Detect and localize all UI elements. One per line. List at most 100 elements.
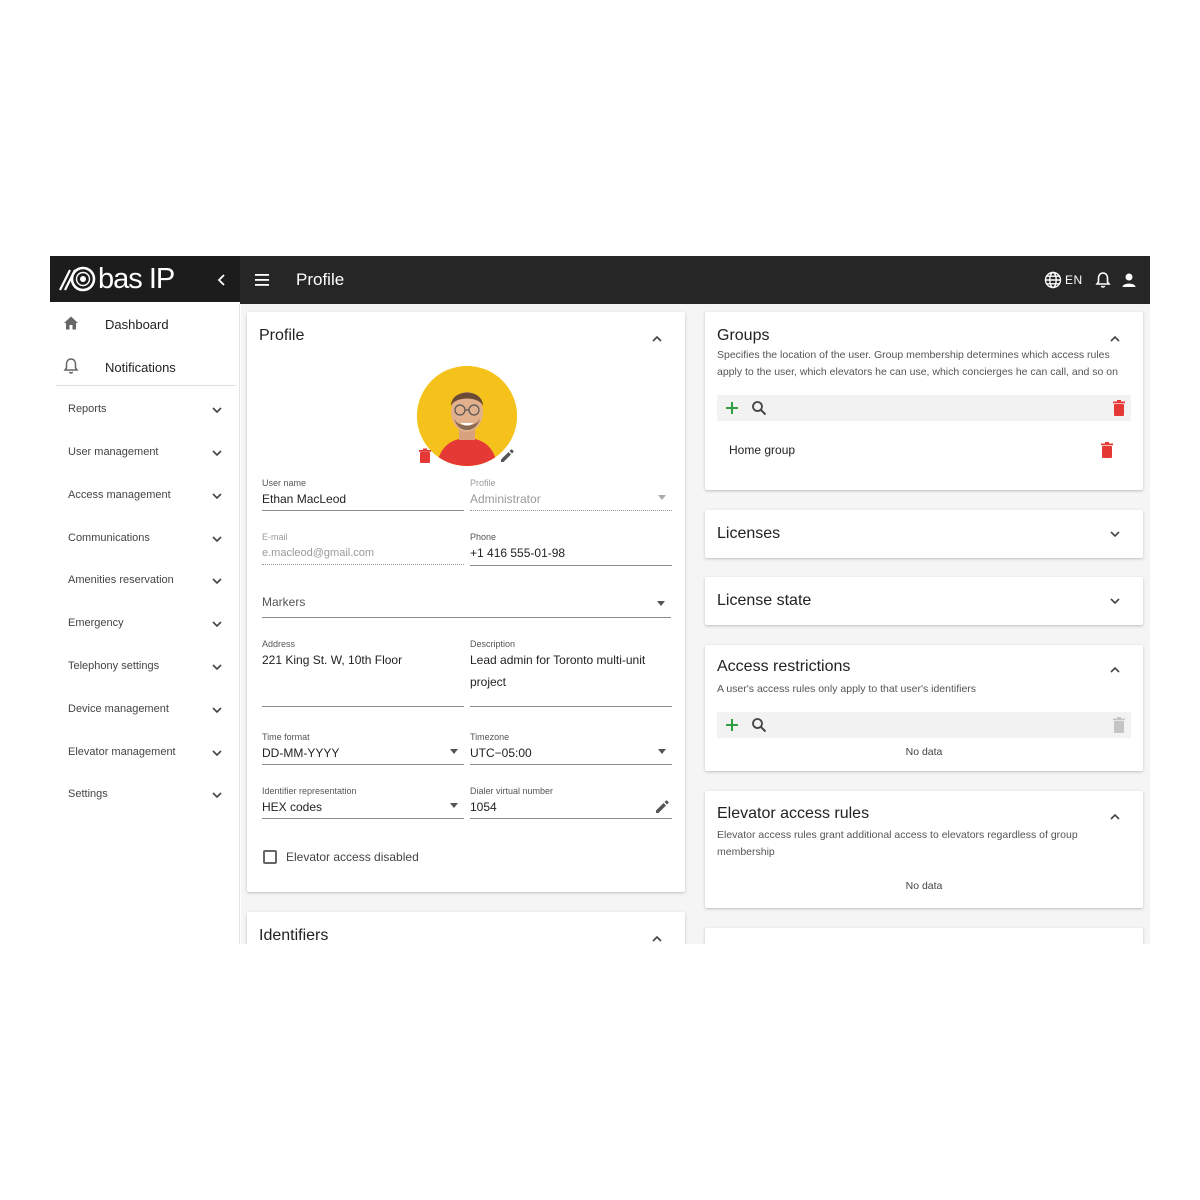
field-underline — [262, 706, 464, 707]
expand-license-state-button[interactable] — [1106, 592, 1124, 610]
phone-value: +1 416 555-01-98 — [470, 546, 566, 560]
identifier-representation-select[interactable]: Identifier representation HEX codes — [262, 786, 464, 819]
expand-licenses-button[interactable] — [1106, 525, 1124, 543]
sidebar-item-communications[interactable]: Communications — [50, 520, 236, 560]
collapse-elevator-rules-button[interactable] — [1106, 808, 1124, 826]
dialer-virtual-number-value: 1054 — [470, 800, 497, 814]
sidebar-item-user-management[interactable]: User management — [50, 434, 236, 474]
user-name-field[interactable]: User name Ethan MacLeod — [262, 478, 464, 511]
sidebar-item-label: Elevator management — [68, 746, 176, 758]
email-value: e.macleod@gmail.com — [262, 547, 375, 559]
phone-label: Phone — [470, 532, 497, 542]
collapse-groups-button[interactable] — [1106, 330, 1124, 348]
sidebar-item-settings[interactable]: Settings — [50, 776, 236, 816]
bas-ip-logo-icon — [59, 266, 96, 292]
language-button[interactable]: EN — [1044, 269, 1083, 291]
chevron-up-icon — [652, 935, 662, 942]
collapse-profile-button[interactable] — [648, 330, 666, 348]
sidebar-item-label: Reports — [68, 403, 107, 415]
collapse-identifiers-button[interactable] — [648, 930, 666, 944]
chevron-up-icon — [652, 335, 662, 342]
groups-description-line1: Specifies the location of the user. Grou… — [717, 349, 1110, 361]
search-icon[interactable] — [750, 399, 768, 417]
chevron-up-icon — [1110, 335, 1120, 342]
delete-icon[interactable] — [1112, 399, 1126, 417]
sidebar-item-label: Access management — [68, 489, 171, 501]
address-field[interactable]: Address 221 King St. W, 10th Floor — [262, 639, 464, 707]
description-label: Description — [470, 639, 516, 649]
chevron-down-icon — [212, 578, 222, 585]
dropdown-arrow-icon — [657, 601, 665, 606]
dropdown-arrow-icon — [450, 749, 458, 754]
profile-select[interactable]: Profile Administrator — [470, 478, 672, 511]
sidebar-item-access-management[interactable]: Access management — [50, 477, 236, 517]
field-underline — [470, 565, 672, 566]
dialer-virtual-number-label: Dialer virtual number — [470, 786, 554, 796]
bas-ip-logo[interactable]: bas IP — [56, 263, 175, 295]
timezone-select[interactable]: Timezone UTC−05:00 — [470, 732, 672, 765]
groups-card: Groups Specifies the location of the use… — [705, 312, 1143, 490]
markers-select[interactable]: Markers — [262, 590, 671, 618]
next-card — [705, 928, 1143, 944]
page-title: Profile — [296, 270, 345, 289]
add-icon[interactable] — [723, 716, 741, 734]
license-state-card-title: License state — [717, 592, 812, 609]
sidebar-item-label: Telephony settings — [68, 660, 160, 672]
sidebar-item-notifications[interactable]: Notifications — [50, 347, 236, 387]
field-underline — [262, 764, 464, 765]
sidebar-item-label: Settings — [68, 788, 108, 800]
sidebar-item-telephony-settings[interactable]: Telephony settings — [50, 648, 236, 688]
elevator-access-disabled-checkbox[interactable]: Elevator access disabled — [263, 848, 419, 866]
access-restrictions-card: Access restrictions A user's access rule… — [705, 645, 1143, 771]
dropdown-arrow-icon — [658, 749, 666, 754]
chevron-down-icon — [1110, 531, 1120, 538]
logo-text: bas IP — [98, 263, 175, 295]
sidebar-item-device-management[interactable]: Device management — [50, 691, 236, 731]
sidebar-item-emergency[interactable]: Emergency — [50, 605, 236, 645]
chevron-up-icon — [1110, 666, 1120, 673]
field-underline — [262, 617, 671, 618]
address-label: Address — [262, 639, 296, 649]
email-label: E-mail — [262, 532, 288, 542]
chevron-down-icon — [212, 493, 222, 500]
dialer-virtual-number-field[interactable]: Dialer virtual number 1054 — [470, 786, 672, 819]
chevron-down-icon — [212, 707, 222, 714]
sidebar-item-label: Device management — [68, 703, 169, 715]
sidebar-item-elevator-management[interactable]: Elevator management — [50, 734, 236, 774]
phone-field[interactable]: Phone +1 416 555-01-98 — [470, 532, 672, 566]
field-underline — [262, 818, 464, 819]
description-field[interactable]: Description Lead admin for Toronto multi… — [470, 639, 672, 707]
chevron-down-icon — [212, 750, 222, 757]
collapse-sidebar-button[interactable] — [210, 268, 234, 292]
email-field[interactable]: E-mail e.macleod@gmail.com — [262, 532, 464, 565]
access-restrictions-description: A user's access rules only apply to that… — [717, 683, 977, 695]
edit-photo-icon[interactable] — [499, 448, 515, 464]
delete-icon[interactable] — [1100, 441, 1114, 459]
field-underline — [262, 510, 464, 511]
licenses-card[interactable]: Licenses — [705, 510, 1143, 558]
time-format-select[interactable]: Time format DD-MM-YYYY — [262, 732, 464, 765]
chevron-down-icon — [212, 792, 222, 799]
collapse-access-restrictions-button[interactable] — [1106, 661, 1124, 679]
list-item[interactable]: Home group — [717, 434, 1131, 466]
sidebar-item-amenities-reservation[interactable]: Amenities reservation — [50, 562, 236, 602]
menu-button[interactable] — [250, 268, 274, 292]
license-state-card[interactable]: License state — [705, 577, 1143, 625]
bell-icon — [1095, 272, 1111, 288]
home-icon — [62, 314, 80, 332]
edit-icon[interactable] — [654, 799, 670, 815]
delete-photo-icon[interactable] — [418, 448, 432, 464]
access-restrictions-card-title: Access restrictions — [717, 658, 851, 675]
elevator-rules-description-line1: Elevator access rules grant additional a… — [717, 829, 1078, 841]
checkbox-box[interactable] — [263, 850, 277, 864]
user-name-value: Ethan MacLeod — [262, 492, 347, 506]
sidebar-item-reports[interactable]: Reports — [50, 391, 236, 431]
search-icon[interactable] — [750, 716, 768, 734]
add-icon[interactable] — [723, 399, 741, 417]
sidebar-item-dashboard[interactable]: Dashboard — [50, 304, 236, 344]
identifiers-card: Identifiers — [247, 912, 685, 944]
chevron-down-icon — [212, 450, 222, 457]
account-button[interactable] — [1118, 269, 1140, 291]
notifications-button[interactable] — [1092, 269, 1114, 291]
empty-state-text: No data — [905, 746, 943, 758]
